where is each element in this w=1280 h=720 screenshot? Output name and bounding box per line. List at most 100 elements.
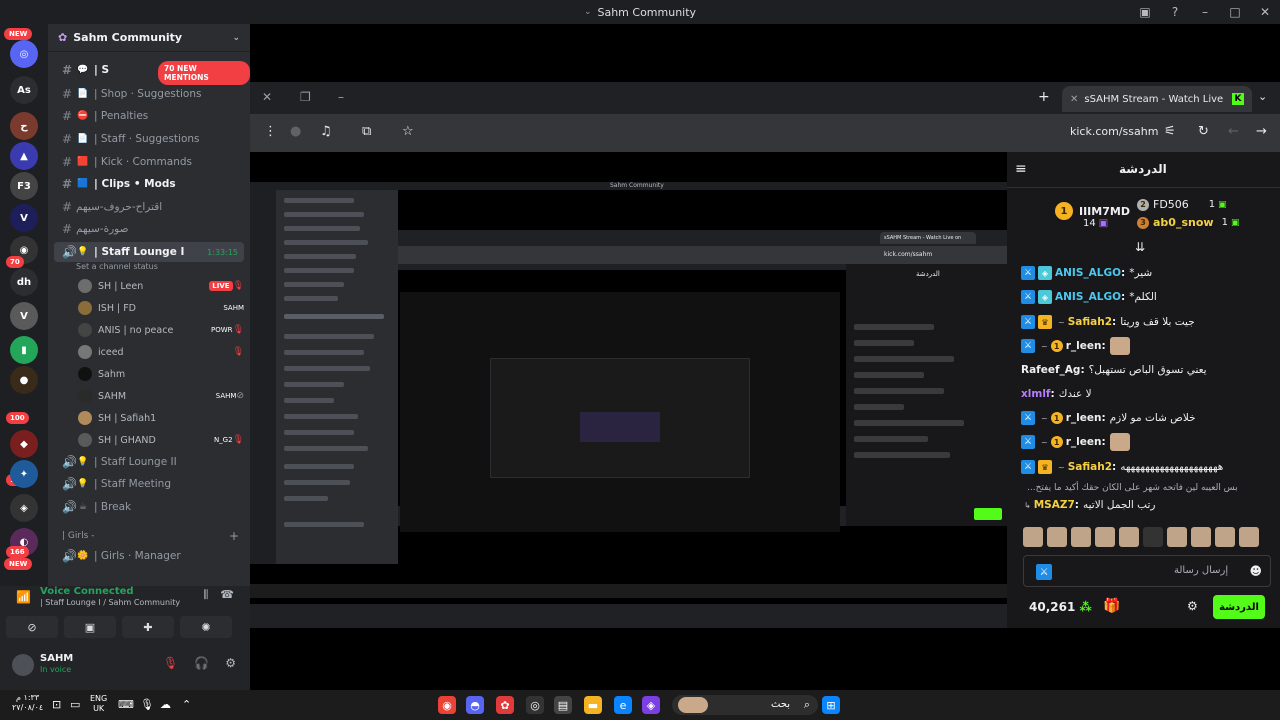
chat-message[interactable]: xlmlf: لا عندك	[1021, 384, 1271, 404]
voice-user[interactable]: ANIS | no peace POWR 🎙	[78, 320, 244, 340]
server-icon[interactable]: ●	[10, 366, 38, 394]
disconnect-icon[interactable]: ☎	[220, 588, 234, 602]
chat-username[interactable]: r_leen	[1066, 340, 1102, 352]
channel-item[interactable]: # صورة-سيهم	[54, 219, 244, 239]
chrome-icon[interactable]: ◉	[438, 696, 456, 714]
voice-channel[interactable]: 🔊 💡 | Staff Meeting	[54, 474, 244, 494]
chat-username[interactable]: Rafeef_Ag	[1021, 364, 1080, 376]
reload-icon[interactable]: ↻	[1198, 124, 1209, 139]
server-icon[interactable]: ▲	[10, 142, 38, 170]
chat-message[interactable]: ⚔ ~1 r_leen:	[1021, 336, 1271, 356]
voice-user[interactable]: Sahm	[78, 364, 244, 384]
chevron-down-icon[interactable]: ⌄	[232, 33, 240, 43]
chat-message[interactable]: ⚔ ♛ ~ Safiah2: جيت بلا قف وريتا	[1021, 312, 1271, 332]
chat-input[interactable]: ⚔ إرسال رسالة ☻	[1023, 555, 1271, 587]
voice-user[interactable]: ISH | FD SAHM	[78, 298, 244, 318]
channel-status-text[interactable]: Set a channel status	[76, 262, 158, 271]
emote-button[interactable]	[1071, 527, 1091, 547]
taskbar-clock[interactable]: ١:٣٣ م ٢٧/٠٨/٠٤	[12, 693, 43, 713]
voice-channel[interactable]: 🔊 🌼 | Girls · Manager	[54, 546, 244, 566]
gear-icon[interactable]: ⚙	[1187, 599, 1198, 613]
chat-username[interactable]: Safiah2	[1068, 316, 1112, 328]
voice-connected-title[interactable]: Voice Connected	[40, 586, 134, 597]
voice-user[interactable]: SH | Leen LIVE 🎙	[78, 276, 244, 296]
chat-message[interactable]: Rafeef_Ag: يعني تسوق الباص تستهبل؟	[1021, 360, 1271, 380]
new-tab-button[interactable]: +	[1038, 89, 1050, 105]
browser-tab-kick[interactable]: ✕ sSAHM Stream - Watch Live on K	[1062, 86, 1252, 112]
windows-start-icon[interactable]: ⊞	[822, 696, 840, 714]
camera-off-button[interactable]: ⊘	[6, 616, 58, 638]
chat-username[interactable]: xlmlf	[1021, 388, 1050, 400]
url-bar[interactable]: kick.com/ssahm	[1070, 125, 1158, 138]
help-icon[interactable]: ?	[1160, 5, 1190, 19]
close-button[interactable]: ✕	[1250, 5, 1280, 19]
chat-message[interactable]: ⚔ ◈ ANIS_ALGO: *الكلم	[1021, 287, 1271, 307]
voice-user[interactable]: SAHM SAHM ⊘	[78, 386, 244, 406]
keyboard-icon[interactable]: ⌨	[118, 698, 134, 711]
minimize-button[interactable]: –	[1190, 5, 1220, 19]
emote-button[interactable]	[1215, 527, 1235, 547]
inbox-icon[interactable]: ▣	[1130, 5, 1160, 19]
chat-message[interactable]: ⚔ ♛ ~ Safiah2: ههههههههههههههههههههه	[1021, 457, 1271, 477]
chat-message[interactable]: ⚔ ~1 r_leen: خلاص شات مو لازم	[1021, 408, 1271, 428]
top-gifter-2[interactable]: 2 FD506 1 ▣	[1137, 198, 1227, 211]
signal-icon[interactable]: 📶	[16, 590, 31, 604]
emote-button[interactable]	[1239, 527, 1259, 547]
profile-icon[interactable]: ●	[290, 124, 301, 139]
network-icon[interactable]: ☁	[160, 698, 171, 711]
channel-item[interactable]: # 🟥 | Kick · Commands	[54, 152, 244, 172]
voice-channel-staff-lounge-1[interactable]: 🔊 💡 | Staff Lounge I 1:33:15	[54, 242, 244, 262]
voice-connected-subtitle[interactable]: | Staff Lounge I / Sahm Community	[40, 598, 180, 607]
voice-user[interactable]: SH | GHAND N_G2 🎙	[78, 430, 244, 450]
voice-channel[interactable]: 🔊 💡 | Staff Lounge II	[54, 452, 244, 472]
emote-button[interactable]	[1095, 527, 1115, 547]
channel-item[interactable]: # 📄 | Shop · Suggestions	[54, 84, 244, 104]
obs-icon[interactable]: ◎	[526, 696, 544, 714]
send-chat-button[interactable]: الدردشة	[1213, 595, 1265, 619]
soundboard-button[interactable]: ✺	[180, 616, 232, 638]
server-icon[interactable]: ح	[10, 112, 38, 140]
maximize-button[interactable]: □	[1220, 5, 1250, 19]
extensions-icon[interactable]: ⧉	[362, 124, 371, 139]
emoji-picker-icon[interactable]: ☻	[1249, 564, 1262, 578]
discord-icon[interactable]: ◓	[466, 696, 484, 714]
server-icon[interactable]: F3	[10, 172, 38, 200]
chevron-down-icon[interactable]: ⇊	[1135, 240, 1145, 254]
channel-item[interactable]: # 🟦 | Clips • Mods	[54, 174, 244, 194]
voice-user[interactable]: SH | Safiah1	[78, 408, 244, 428]
emote-button[interactable]	[1143, 527, 1163, 547]
display-icon[interactable]: ▭	[70, 698, 80, 711]
activities-button[interactable]: ✚	[122, 616, 174, 638]
emote-button[interactable]	[1047, 527, 1067, 547]
copilot-icon[interactable]: ◈	[642, 696, 660, 714]
chat-username[interactable]: Safiah2	[1068, 461, 1112, 473]
chat-username[interactable]: r_leen	[1066, 436, 1102, 448]
channel-item[interactable]: # 📄 | Staff · Suggestions	[54, 129, 244, 149]
server-icon[interactable]: ◈	[10, 494, 38, 522]
minimize-icon[interactable]: –	[338, 90, 344, 104]
emote-button[interactable]	[1119, 527, 1139, 547]
chat-username[interactable]: r_leen	[1066, 412, 1102, 424]
chat-username[interactable]: MSAZ7	[1034, 499, 1075, 511]
chevron-up-icon[interactable]: ⌃	[182, 698, 191, 711]
server-icon[interactable]: As	[10, 76, 38, 104]
server-icon[interactable]: V	[10, 302, 38, 330]
tab-search-icon[interactable]: ⌄	[1258, 90, 1267, 103]
channel-item[interactable]: # ⛔ | Penalties	[54, 106, 244, 126]
emote-button[interactable]	[1167, 527, 1187, 547]
voice-channel[interactable]: 🔊 ☕ | Break	[54, 497, 244, 517]
file-explorer-icon[interactable]: ▬	[584, 696, 602, 714]
media-icon[interactable]: ♫	[320, 124, 332, 139]
new-mentions-pill[interactable]: 70 NEW MENTIONS	[158, 61, 250, 85]
chat-username[interactable]: ANIS_ALGO	[1055, 267, 1121, 279]
channel-item[interactable]: # اقتراح-حروف-سيهم	[54, 197, 244, 217]
voice-user[interactable]: iceed 🎙	[78, 342, 244, 362]
forward-icon[interactable]: ←	[1228, 124, 1239, 139]
stream-video[interactable]: Sahm Community sSAHM Stream - Watch Live…	[250, 152, 1007, 604]
restore-icon[interactable]: ❐	[300, 90, 311, 104]
gear-icon[interactable]: ⚙	[225, 656, 236, 670]
guild-header[interactable]: ✿ Sahm Community ⌄	[48, 24, 250, 52]
server-icon[interactable]: ◆	[10, 430, 38, 458]
noise-suppression-icon[interactable]: ⫼	[203, 588, 208, 602]
screen-share-button[interactable]: ▣	[64, 616, 116, 638]
